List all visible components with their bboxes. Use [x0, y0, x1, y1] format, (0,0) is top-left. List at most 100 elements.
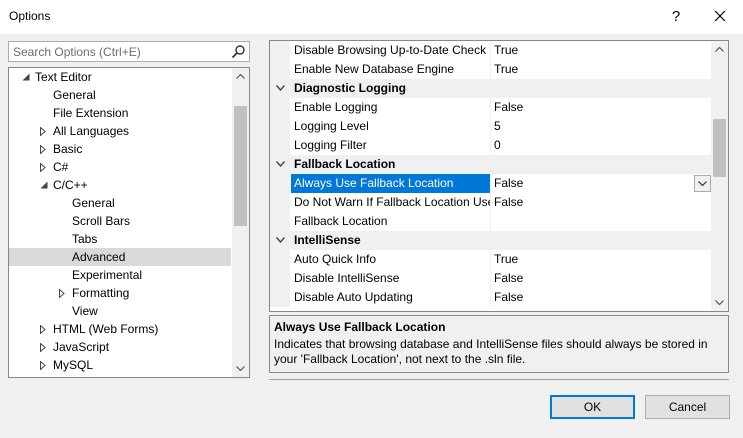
property-row[interactable]: Logging Filter 0: [270, 136, 713, 155]
scroll-up-button[interactable]: [711, 41, 728, 58]
grid-scrollbar[interactable]: [711, 41, 728, 311]
collapsed-arrow-icon[interactable]: [40, 320, 50, 338]
column-separator: [490, 41, 491, 60]
column-separator: [490, 174, 491, 193]
expanded-arrow-icon[interactable]: [40, 176, 50, 194]
row-gutter[interactable]: [270, 155, 290, 174]
search-box[interactable]: [8, 41, 250, 62]
tree-item[interactable]: Tabs: [9, 230, 231, 248]
collapse-chevron-icon[interactable]: [276, 85, 285, 91]
tree-item-label: View: [72, 304, 98, 318]
collapsed-arrow-icon[interactable]: [40, 122, 50, 140]
tree-item-label: Experimental: [72, 268, 143, 282]
scroll-down-button[interactable]: [232, 360, 249, 377]
property-row[interactable]: Disable Browsing Up-to-Date Check True: [270, 41, 713, 60]
tree-item[interactable]: Basic: [9, 140, 231, 158]
collapsed-arrow-icon[interactable]: [40, 338, 50, 356]
property-value[interactable]: True: [494, 41, 713, 60]
row-gutter: [270, 117, 290, 136]
row-gutter: [270, 60, 290, 79]
tree-item[interactable]: View: [9, 302, 231, 320]
property-row[interactable]: Fallback Location: [270, 212, 713, 231]
property-row[interactable]: Disable Auto Updating False: [270, 288, 713, 307]
tree-item[interactable]: JavaScript: [9, 338, 231, 356]
property-grid[interactable]: Disable Browsing Up-to-Date Check True Ena…: [269, 40, 729, 312]
window-title: Options: [9, 9, 51, 23]
column-separator: [490, 136, 491, 155]
collapse-chevron-icon[interactable]: [276, 161, 285, 167]
tree-item[interactable]: Experimental: [9, 266, 231, 284]
collapsed-arrow-icon[interactable]: [59, 284, 69, 302]
tree-item[interactable]: General: [9, 86, 231, 104]
tree-item-label: JavaScript: [53, 340, 110, 354]
column-separator: [490, 288, 491, 307]
property-row[interactable]: Do Not Warn If Fallback Location Used Fal…: [270, 193, 713, 212]
expanded-arrow-icon[interactable]: [22, 68, 32, 86]
property-row[interactable]: Auto Quick Info True: [270, 250, 713, 269]
tree-item[interactable]: General: [9, 194, 231, 212]
chevron-down-icon: [698, 181, 707, 186]
cancel-button[interactable]: Cancel: [645, 395, 730, 419]
row-gutter: [270, 212, 290, 231]
close-button[interactable]: [705, 4, 735, 30]
property-row[interactable]: Enable Logging False: [270, 98, 713, 117]
tree-item-label: Formatting: [72, 286, 130, 300]
property-value[interactable]: 5: [494, 117, 713, 136]
collapsed-arrow-icon[interactable]: [40, 140, 50, 158]
options-tree[interactable]: Text Editor General File Extension All Lang…: [8, 67, 250, 378]
row-gutter[interactable]: [270, 79, 290, 98]
tree-item[interactable]: Scroll Bars: [9, 212, 231, 230]
property-value[interactable]: False: [494, 269, 713, 288]
scrollbar-thumb[interactable]: [713, 119, 726, 177]
property-value[interactable]: False: [494, 288, 713, 307]
tree-item[interactable]: Advanced: [9, 248, 231, 266]
category-row[interactable]: Diagnostic Logging: [270, 79, 713, 98]
property-value[interactable]: False: [494, 193, 713, 212]
property-name: Logging Filter: [294, 138, 367, 152]
description-panel: Always Use Fallback Location Indicates t…: [269, 315, 729, 373]
chevron-up-icon: [715, 47, 724, 52]
tree-scrollbar[interactable]: [232, 68, 249, 377]
property-value[interactable]: False: [494, 174, 713, 193]
row-gutter: [270, 136, 290, 155]
tree-item-label: General: [72, 196, 115, 210]
property-name: Logging Level: [294, 119, 369, 133]
tree-item-label: General: [53, 88, 96, 102]
chevron-up-icon: [236, 74, 245, 79]
tree-item[interactable]: All Languages: [9, 122, 231, 140]
property-value[interactable]: False: [494, 98, 713, 117]
property-value[interactable]: [494, 212, 713, 231]
tree-item[interactable]: HTML (Web Forms): [9, 320, 231, 338]
search-icon[interactable]: [231, 44, 246, 62]
property-row[interactable]: Enable New Database Engine True: [270, 60, 713, 79]
tree-item[interactable]: C/C++: [9, 176, 231, 194]
category-row[interactable]: IntelliSense: [270, 231, 713, 250]
tree-item[interactable]: File Extension: [9, 104, 231, 122]
collapsed-arrow-icon[interactable]: [40, 356, 50, 374]
property-row[interactable]: Disable IntelliSense False: [270, 269, 713, 288]
property-name: Disable Browsing Up-to-Date Check: [294, 43, 487, 57]
scroll-down-button[interactable]: [711, 294, 728, 311]
collapsed-arrow-icon[interactable]: [40, 158, 50, 176]
tree-item[interactable]: Text Editor: [9, 68, 231, 86]
value-dropdown-button[interactable]: [694, 175, 711, 192]
category-row[interactable]: Fallback Location: [270, 155, 713, 174]
property-value[interactable]: True: [494, 250, 713, 269]
help-button[interactable]: ?: [663, 4, 689, 30]
tree-item-label: MySQL: [53, 358, 94, 372]
property-value[interactable]: True: [494, 60, 713, 79]
tree-item[interactable]: C#: [9, 158, 231, 176]
search-input[interactable]: [13, 44, 223, 60]
tree-item-label: Tabs: [72, 232, 98, 246]
tree-item[interactable]: MySQL: [9, 356, 231, 374]
scroll-up-button[interactable]: [232, 68, 249, 85]
collapse-chevron-icon[interactable]: [276, 237, 285, 243]
row-gutter[interactable]: [270, 231, 290, 250]
property-value[interactable]: 0: [494, 136, 713, 155]
property-row[interactable]: Logging Level 5: [270, 117, 713, 136]
property-row[interactable]: Always Use Fallback Location False: [270, 174, 713, 193]
row-gutter: [270, 269, 290, 288]
scrollbar-thumb[interactable]: [234, 106, 247, 226]
ok-button[interactable]: OK: [550, 395, 635, 419]
tree-item[interactable]: Formatting: [9, 284, 231, 302]
